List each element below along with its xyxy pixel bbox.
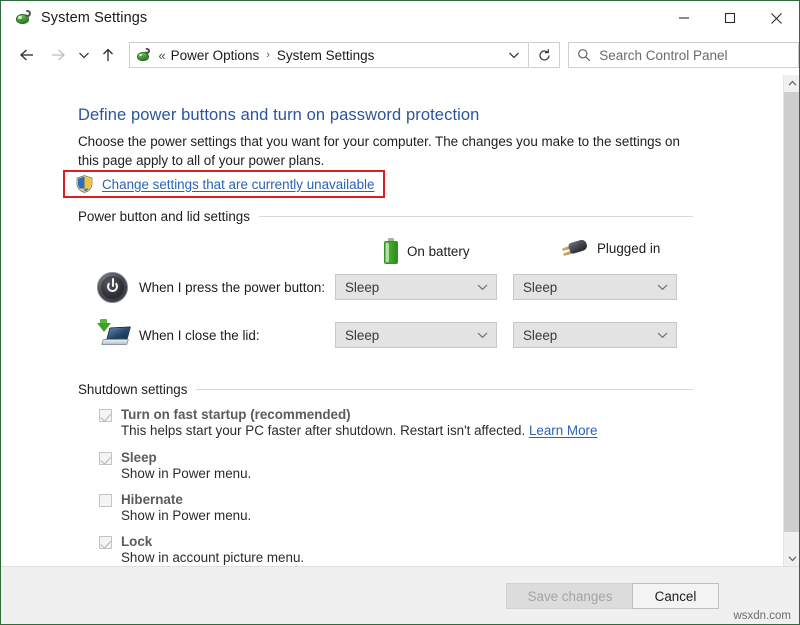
battery-icon [384, 238, 398, 264]
setting-label: When I close the lid: [139, 328, 260, 343]
checkbox-item-fast-startup: Turn on fast startup (recommended) This … [99, 407, 597, 438]
chevron-down-icon [657, 283, 668, 291]
checkbox-description: Show in Power menu. [121, 466, 251, 481]
chevron-down-icon [477, 331, 488, 339]
chevron-down-icon [477, 283, 488, 291]
dropdown-power-button-plugged-in[interactable]: Sleep [513, 274, 677, 300]
uac-shield-icon [76, 175, 93, 193]
checkbox-label: Hibernate [121, 492, 183, 507]
content-area: Define power buttons and turn on passwor… [1, 75, 783, 567]
chevron-down-icon[interactable] [500, 43, 528, 67]
checkbox-description: This helps start your PC faster after sh… [121, 423, 597, 438]
checkbox-description: Show in account picture menu. [121, 550, 304, 565]
dropdown-close-lid-on-battery[interactable]: Sleep [335, 322, 497, 348]
column-header-plugged-in: Plugged in [562, 238, 660, 258]
dropdown-power-button-on-battery[interactable]: Sleep [335, 274, 497, 300]
learn-more-link[interactable]: Learn More [529, 423, 597, 438]
checkbox-item-hibernate: Hibernate Show in Power menu. [99, 492, 251, 523]
refresh-icon[interactable] [530, 42, 560, 68]
vertical-scrollbar[interactable] [783, 75, 799, 567]
checkbox-description: Show in Power menu. [121, 508, 251, 523]
power-lid-section-header: Power button and lid settings [78, 209, 693, 224]
divider [259, 216, 693, 217]
recent-pages-chevron-icon[interactable] [73, 41, 95, 69]
title-bar: System Settings [1, 1, 799, 35]
save-changes-button[interactable]: Save changes [506, 583, 634, 609]
column-header-on-battery: On battery [384, 238, 470, 264]
dropdown-value: Sleep [523, 328, 557, 343]
checkbox-lock[interactable] [99, 536, 112, 549]
setting-row-close-lid: When I close the lid: Sleep Sleep [1, 319, 701, 353]
checkbox-label: Lock [121, 534, 152, 549]
page-description: Choose the power settings that you want … [78, 132, 693, 170]
section-title: Shutdown settings [78, 382, 196, 397]
dropdown-value: Sleep [345, 328, 379, 343]
control-panel-icon [135, 47, 152, 64]
column-label: On battery [407, 244, 470, 259]
window-controls [661, 1, 799, 35]
close-icon[interactable] [753, 1, 799, 35]
checkbox-item-sleep: Sleep Show in Power menu. [99, 450, 251, 481]
power-button-icon [96, 271, 130, 305]
cancel-button[interactable]: Cancel [632, 583, 719, 609]
chevron-down-icon [657, 331, 668, 339]
dropdown-value: Sleep [523, 280, 557, 295]
description-text: This helps start your PC faster after sh… [121, 423, 525, 438]
address-bar[interactable]: « Power Options › System Settings [129, 42, 529, 68]
breadcrumb-system-settings[interactable]: System Settings [277, 48, 375, 63]
maximize-icon[interactable] [707, 1, 753, 35]
checkbox-label: Sleep [121, 450, 157, 465]
checkbox-sleep[interactable] [99, 452, 112, 465]
setting-row-power-button: When I press the power button: Sleep Sle… [1, 271, 701, 305]
breadcrumb-overflow[interactable]: « [158, 48, 165, 63]
section-title: Power button and lid settings [78, 209, 259, 224]
laptop-lid-icon [96, 319, 130, 353]
forward-arrow-icon [43, 41, 73, 69]
search-icon [577, 48, 591, 62]
breadcrumb-power-options[interactable]: Power Options [171, 48, 260, 63]
checkbox-item-lock: Lock Show in account picture menu. [99, 534, 304, 565]
system-settings-window: System Settings [0, 0, 800, 625]
watermark: wsxdn.com [733, 610, 791, 622]
page-title: Define power buttons and turn on passwor… [78, 106, 479, 125]
scrollbar-thumb[interactable] [784, 92, 800, 532]
search-box[interactable]: Search Control Panel [568, 42, 799, 68]
change-settings-link-row[interactable]: Change settings that are currently unava… [76, 175, 374, 193]
breadcrumb-separator: › [266, 49, 270, 61]
checkbox-label: Turn on fast startup (recommended) [121, 407, 351, 422]
shutdown-section-header: Shutdown settings [78, 382, 693, 397]
minimize-icon[interactable] [661, 1, 707, 35]
control-panel-icon [14, 9, 32, 27]
checkbox-fast-startup[interactable] [99, 409, 112, 422]
setting-label: When I press the power button: [139, 280, 325, 295]
window-title: System Settings [41, 10, 147, 26]
scroll-up-icon[interactable] [784, 75, 800, 92]
checkbox-hibernate[interactable] [99, 494, 112, 507]
dropdown-value: Sleep [345, 280, 379, 295]
footer-bar: Save changes Cancel wsxdn.com [1, 566, 799, 624]
dropdown-close-lid-plugged-in[interactable]: Sleep [513, 322, 677, 348]
navigation-bar: « Power Options › System Settings Search… [1, 35, 799, 75]
divider [196, 389, 693, 390]
up-arrow-icon[interactable] [95, 41, 123, 69]
back-arrow-icon[interactable] [11, 41, 43, 69]
power-plug-icon [562, 238, 588, 258]
change-settings-link[interactable]: Change settings that are currently unava… [102, 177, 374, 192]
column-label: Plugged in [597, 241, 660, 256]
scroll-down-icon[interactable] [784, 550, 800, 567]
search-input[interactable]: Search Control Panel [599, 48, 727, 63]
